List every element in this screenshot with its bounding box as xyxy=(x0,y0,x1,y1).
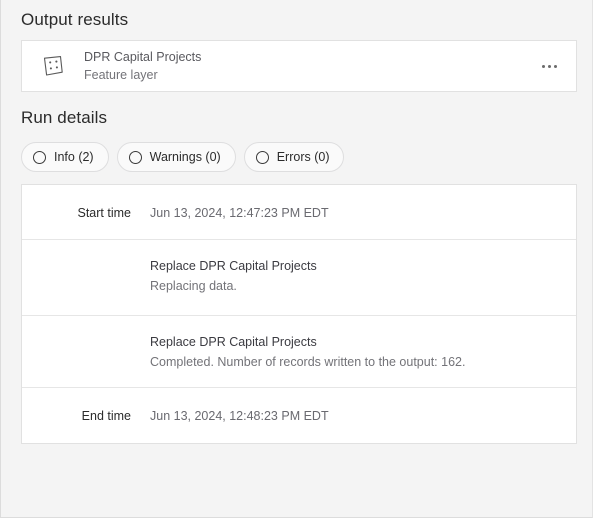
message-title: Replace DPR Capital Projects xyxy=(150,259,317,273)
start-time-value: Jun 13, 2024, 12:47:23 PM EDT xyxy=(150,206,329,220)
table-row: Start time Jun 13, 2024, 12:47:23 PM EDT xyxy=(22,185,576,240)
output-layer-card[interactable]: DPR Capital Projects Feature layer xyxy=(21,40,577,92)
run-details-filter-chips: Info (2) Warnings (0) Errors (0) xyxy=(21,142,577,172)
table-row: End time Jun 13, 2024, 12:48:23 PM EDT xyxy=(22,388,576,443)
circle-icon xyxy=(255,150,269,164)
ellipsis-dot xyxy=(553,64,557,68)
table-row: Replace DPR Capital Projects Completed. … xyxy=(22,316,576,388)
table-row: Replace DPR Capital Projects Replacing d… xyxy=(22,240,576,316)
message-cell: Replace DPR Capital Projects Completed. … xyxy=(150,316,576,372)
filter-chip-errors[interactable]: Errors (0) xyxy=(243,142,345,172)
message-body: Completed. Number of records written to … xyxy=(150,355,466,369)
filter-chip-info[interactable]: Info (2) xyxy=(21,142,109,172)
message-body: Replacing data. xyxy=(150,279,237,293)
message-title: Replace DPR Capital Projects xyxy=(150,335,317,349)
feature-layer-icon xyxy=(36,49,70,83)
end-time-label: End time xyxy=(81,409,131,423)
ellipsis-dot xyxy=(541,64,545,68)
filter-chip-label: Errors (0) xyxy=(276,149,330,164)
run-details-heading: Run details xyxy=(21,108,108,127)
layer-subtitle: Feature layer xyxy=(84,68,158,82)
start-time-label: Start time xyxy=(77,206,132,220)
layer-text-group: DPR Capital Projects Feature layer xyxy=(84,48,534,84)
circle-icon xyxy=(128,150,142,164)
circle-icon xyxy=(33,150,46,164)
output-results-heading: Output results xyxy=(21,10,129,29)
layer-title: DPR Capital Projects xyxy=(84,50,202,64)
end-time-value: Jun 13, 2024, 12:48:23 PM EDT xyxy=(150,409,329,423)
message-cell: Replace DPR Capital Projects Replacing d… xyxy=(150,240,576,296)
run-details-table: Start time Jun 13, 2024, 12:47:23 PM EDT… xyxy=(21,184,577,444)
filter-chip-warnings[interactable]: Warnings (0) xyxy=(116,142,236,172)
ellipsis-dot xyxy=(547,64,551,68)
output-results-panel: Output results DPR Capital Projects Feat… xyxy=(0,0,593,518)
filter-chip-label: Warnings (0) xyxy=(149,149,221,164)
filter-chip-label: Info (2) xyxy=(54,149,94,164)
layer-options-button[interactable] xyxy=(534,51,564,81)
